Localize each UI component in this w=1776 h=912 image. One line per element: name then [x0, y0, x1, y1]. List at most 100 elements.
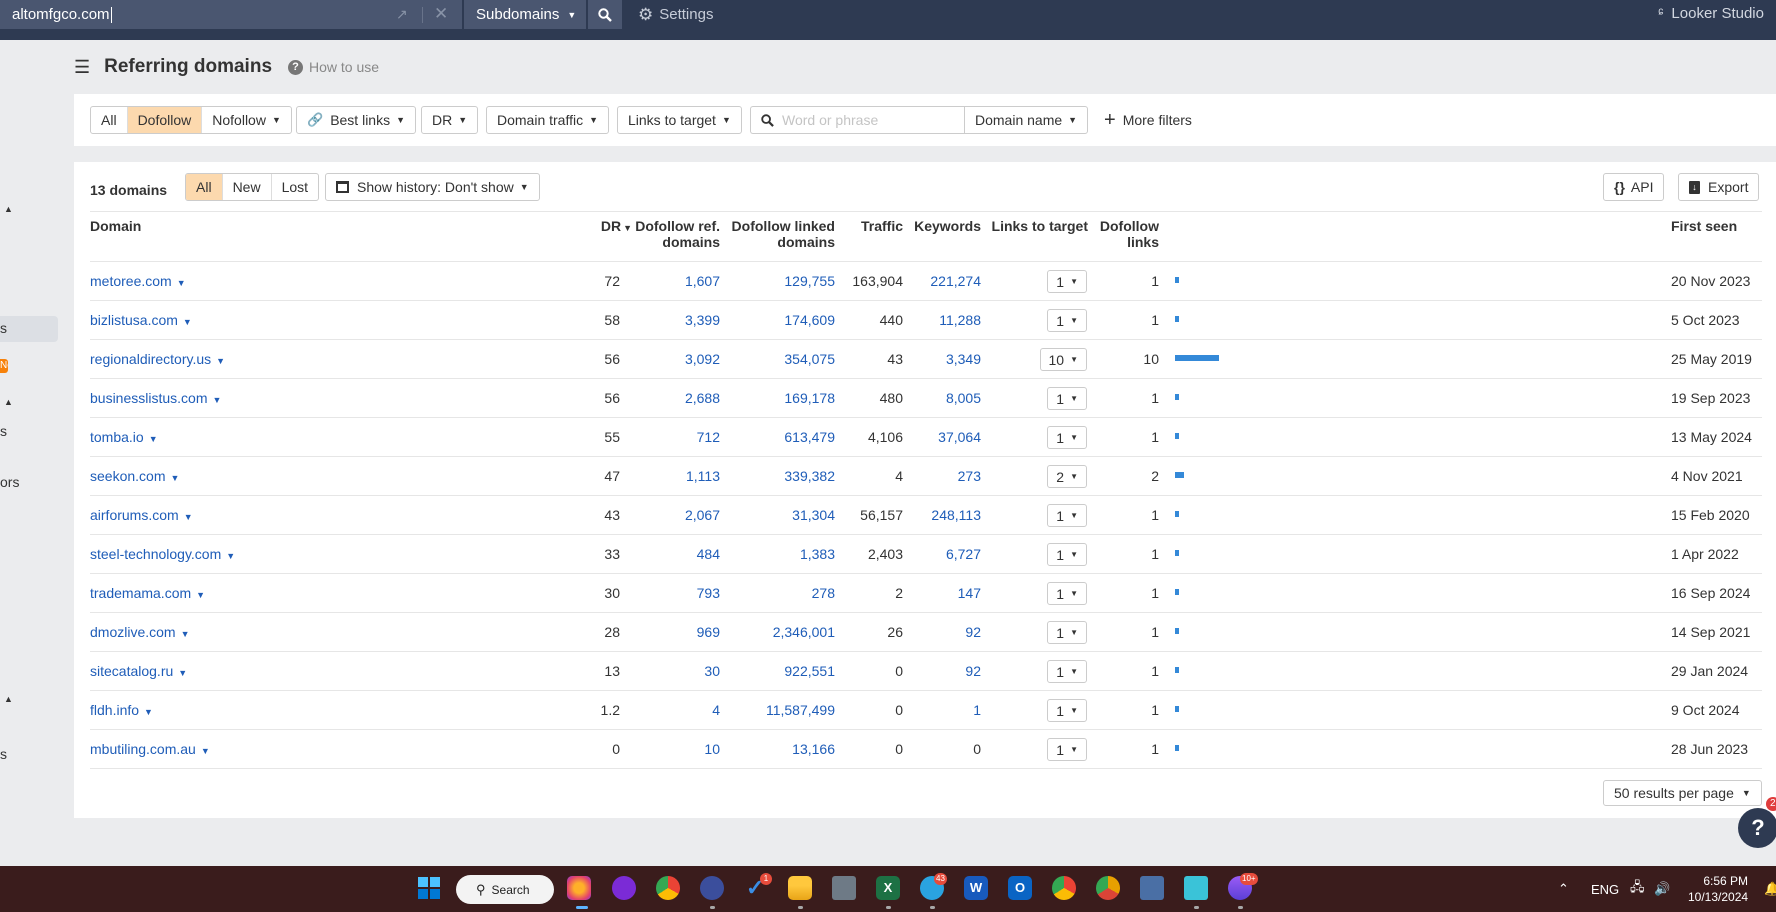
ref-domains-link[interactable]: 4 — [620, 702, 720, 718]
linked-domains-link[interactable]: 174,609 — [720, 312, 835, 328]
linked-domains-link[interactable]: 11,587,499 — [720, 702, 835, 718]
keywords-link[interactable]: 6,727 — [903, 546, 981, 562]
filter-dofollow[interactable]: Dofollow — [127, 107, 203, 133]
domain-cell[interactable]: dmozlive.com ▼ — [90, 624, 190, 640]
open-external-icon[interactable]: ↗ — [396, 6, 408, 23]
links-to-target-dropdown[interactable]: 1 ▼ — [1047, 660, 1087, 683]
ref-domains-link[interactable]: 2,688 — [620, 390, 720, 406]
domain-link[interactable]: tomba.io — [90, 429, 144, 445]
chevron-down-icon[interactable]: ▼ — [183, 317, 192, 327]
chevron-down-icon[interactable]: ▼ — [170, 473, 179, 483]
tray-overflow-icon[interactable]: ⌃ — [1558, 866, 1569, 912]
firefox-icon[interactable] — [567, 876, 591, 900]
links-to-target-dropdown[interactable]: 1 ▼ — [1047, 582, 1087, 605]
links-to-target-filter[interactable]: Links to target ▼ — [617, 106, 742, 134]
domain-cell[interactable]: trademama.com ▼ — [90, 585, 205, 601]
domain-link[interactable]: dmozlive.com — [90, 624, 176, 640]
outlook-icon[interactable]: O — [1008, 876, 1032, 900]
ai-assistant-icon[interactable] — [612, 876, 636, 900]
keywords-link[interactable]: 248,113 — [903, 507, 981, 523]
target-url-input[interactable]: altomfgco.com ↗ ✕ — [0, 0, 462, 29]
linked-domains-link[interactable]: 922,551 — [720, 663, 835, 679]
links-to-target-dropdown[interactable]: 1 ▼ — [1047, 621, 1087, 644]
domain-cell[interactable]: sitecatalog.ru ▼ — [90, 663, 187, 679]
keywords-link[interactable]: 147 — [903, 585, 981, 601]
filter-all[interactable]: All — [91, 107, 128, 133]
links-to-target-dropdown[interactable]: 10 ▼ — [1039, 348, 1087, 371]
linked-domains-link[interactable]: 354,075 — [720, 351, 835, 367]
domain-link[interactable]: seekon.com — [90, 468, 165, 484]
domain-cell[interactable]: steel-technology.com ▼ — [90, 546, 235, 562]
column-header-traffic[interactable]: Traffic — [835, 218, 903, 234]
chrome-profile-icon[interactable] — [656, 876, 680, 900]
mode-dropdown[interactable]: Subdomains ▼ — [464, 0, 586, 29]
help-chat-button[interactable]: ? — [1738, 808, 1776, 848]
domain-link[interactable]: bizlistusa.com — [90, 312, 178, 328]
links-to-target-dropdown[interactable]: 2 ▼ — [1047, 465, 1087, 488]
word-icon[interactable]: W — [964, 876, 988, 900]
domain-cell[interactable]: mbutiling.com.au ▼ — [90, 741, 210, 757]
ref-domains-link[interactable]: 1,607 — [620, 273, 720, 289]
column-header-ref-domains[interactable]: Dofollow ref. domains — [620, 218, 720, 250]
domain-cell[interactable]: metoree.com ▼ — [90, 273, 186, 289]
chevron-down-icon[interactable]: ▼ — [213, 395, 222, 405]
word-search-field[interactable] — [750, 106, 964, 134]
ref-domains-link[interactable]: 10 — [620, 741, 720, 757]
tab-new[interactable]: New — [223, 174, 272, 200]
tab-all[interactable]: All — [186, 174, 223, 200]
domain-link[interactable]: metoree.com — [90, 273, 172, 289]
links-to-target-dropdown[interactable]: 1 ▼ — [1047, 387, 1087, 410]
api-button[interactable]: {} API — [1603, 173, 1665, 201]
ref-domains-link[interactable]: 712 — [620, 429, 720, 445]
search-button[interactable] — [588, 0, 622, 29]
tab-lost[interactable]: Lost — [272, 174, 318, 200]
domain-cell[interactable]: bizlistusa.com ▼ — [90, 312, 192, 328]
best-links-filter[interactable]: 🔗 Best links ▼ — [296, 106, 417, 134]
ref-domains-link[interactable]: 484 — [620, 546, 720, 562]
keywords-link[interactable]: 92 — [903, 663, 981, 679]
per-page-dropdown[interactable]: 50 results per page ▼ — [1603, 780, 1762, 806]
links-to-target-dropdown[interactable]: 1 ▼ — [1047, 738, 1087, 761]
column-header-first-seen[interactable]: First seen — [1671, 218, 1737, 234]
column-header-keywords[interactable]: Keywords — [903, 218, 981, 234]
file-explorer-icon[interactable] — [788, 876, 812, 900]
ref-domains-link[interactable]: 3,399 — [620, 312, 720, 328]
collapse-icon[interactable]: ▲ — [4, 204, 13, 214]
linked-domains-link[interactable]: 31,304 — [720, 507, 835, 523]
system-clock[interactable]: 6:56 PM 10/13/2024 — [1688, 873, 1748, 905]
word-search-input[interactable] — [782, 112, 952, 128]
chrome-profile-2-icon[interactable] — [1052, 876, 1076, 900]
chevron-down-icon[interactable]: ▼ — [226, 551, 235, 561]
linked-domains-link[interactable]: 13,166 — [720, 741, 835, 757]
links-to-target-dropdown[interactable]: 1 ▼ — [1047, 270, 1087, 293]
chevron-down-icon[interactable]: ▼ — [216, 356, 225, 366]
domain-cell[interactable]: fldh.info ▼ — [90, 702, 153, 718]
domain-link[interactable]: businesslistus.com — [90, 390, 208, 406]
chevron-down-icon[interactable]: ▼ — [178, 668, 187, 678]
links-to-target-dropdown[interactable]: 1 ▼ — [1047, 543, 1087, 566]
domain-link[interactable]: trademama.com — [90, 585, 191, 601]
export-button[interactable]: ↓ Export — [1678, 173, 1760, 201]
windows-start-icon[interactable] — [417, 876, 441, 900]
linked-domains-link[interactable]: 613,479 — [720, 429, 835, 445]
keywords-link[interactable]: 11,288 — [903, 312, 981, 328]
notepad-icon[interactable] — [1184, 876, 1208, 900]
domain-cell[interactable]: airforums.com ▼ — [90, 507, 193, 523]
domain-link[interactable]: sitecatalog.ru — [90, 663, 173, 679]
linked-domains-link[interactable]: 129,755 — [720, 273, 835, 289]
react-devtools-icon[interactable] — [700, 876, 724, 900]
column-header-links-to-target[interactable]: Links to target — [981, 218, 1088, 234]
menu-icon[interactable]: ☰ — [74, 57, 90, 78]
settings-button[interactable]: ⚙ Settings — [638, 0, 713, 29]
remote-desktop-icon[interactable] — [1140, 876, 1164, 900]
ref-domains-link[interactable]: 793 — [620, 585, 720, 601]
domain-traffic-filter[interactable]: Domain traffic ▼ — [486, 106, 610, 134]
linked-domains-link[interactable]: 339,382 — [720, 468, 835, 484]
volume-icon[interactable]: 🔊 — [1654, 866, 1670, 912]
chrome-canary-icon[interactable] — [1096, 876, 1120, 900]
domain-cell[interactable]: regionaldirectory.us ▼ — [90, 351, 225, 367]
column-header-domain[interactable]: Domain — [90, 218, 141, 234]
search-scope-dropdown[interactable]: Domain name ▼ — [964, 106, 1089, 134]
domain-cell[interactable]: seekon.com ▼ — [90, 468, 179, 484]
column-header-dofollow-links[interactable]: Dofollow links — [1088, 218, 1159, 250]
